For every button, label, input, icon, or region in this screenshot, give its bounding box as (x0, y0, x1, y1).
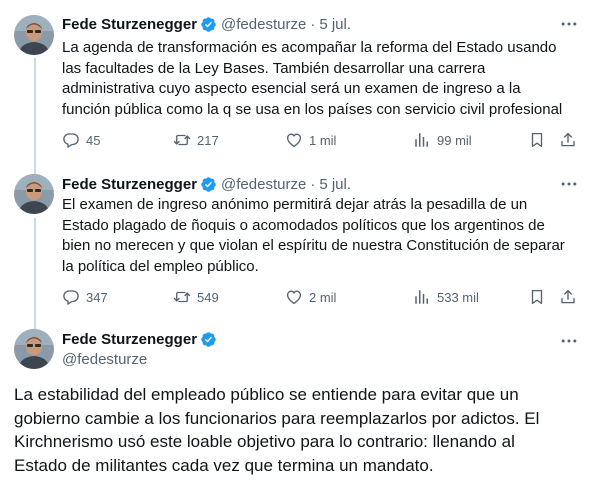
tweet-header: Fede Sturzenegger @fedesturze · 5 jul. (62, 14, 351, 34)
reply-button[interactable]: 45 (62, 129, 100, 151)
like-icon (285, 288, 303, 306)
reply-button[interactable]: 347 (62, 286, 108, 308)
author-name[interactable]: Fede Sturzenegger (62, 176, 197, 193)
tweet-text-line: La agenda de transformación es acompañar… (62, 39, 557, 56)
verified-badge-icon[interactable] (200, 176, 217, 193)
tweet-text-line: El examen de ingreso anónimo permitirá d… (62, 196, 528, 213)
retweet-icon (173, 131, 191, 149)
author-name[interactable]: Fede Sturzenegger (62, 331, 197, 348)
main-author-name-row: Fede Sturzenegger (62, 329, 217, 349)
tweet-text-line: bien no merecen y que violan el espíritu… (62, 237, 565, 254)
views-icon (413, 131, 431, 149)
author-handle[interactable]: @fedesturze (62, 350, 147, 370)
retweet-count: 217 (197, 132, 219, 148)
share-icon (559, 288, 577, 306)
separator: · (310, 175, 316, 193)
like-count: 2 mil (309, 289, 337, 305)
thread-line (34, 218, 36, 326)
thread-line (34, 58, 36, 170)
verified-badge-icon[interactable] (200, 331, 217, 348)
verified-badge-icon[interactable] (200, 16, 217, 33)
action-bar: 347 549 2 mil 533 mil (62, 286, 582, 308)
tweet-text-line: La estabilidad del empleado público se e… (14, 385, 519, 404)
reply-count: 45 (86, 132, 101, 148)
retweet-icon (173, 288, 191, 306)
avatar[interactable] (14, 15, 54, 55)
avatar[interactable] (14, 174, 54, 214)
tweet-text: El examen de ingreso anónimo permitirá d… (62, 195, 584, 277)
tweet-text-line: Kirchnerismo usó este loable objetivo pa… (14, 432, 515, 451)
reply-count: 347 (86, 289, 108, 305)
tweet-date[interactable]: 5 jul. (319, 16, 351, 33)
tweet-text-line: función pública como la q se usa en los … (62, 100, 563, 118)
separator: · (310, 15, 316, 33)
retweet-button[interactable]: 217 (173, 129, 219, 151)
thread-line (34, 319, 36, 329)
share-button[interactable] (559, 129, 577, 151)
tweet-1[interactable]: Fede Sturzenegger @fedesturze · 5 jul. L… (0, 0, 594, 170)
reply-icon (62, 131, 80, 149)
like-count: 1 mil (309, 132, 337, 148)
views-count: 99 mil (437, 132, 472, 148)
share-icon (559, 131, 577, 149)
author-handle[interactable]: @fedesturze (221, 176, 306, 193)
more-icon[interactable] (558, 14, 580, 34)
tweet-text-line: administrativa cuyo aspecto esencial ser… (62, 80, 521, 97)
views-count: 533 mil (437, 289, 479, 305)
bookmark-button[interactable] (528, 129, 546, 151)
avatar[interactable] (14, 329, 54, 369)
reply-icon (62, 288, 80, 306)
tweet-text-line: Estado plagado de ñoquis o acomodados po… (62, 216, 545, 234)
views-button[interactable]: 533 mil (413, 286, 479, 308)
tweet-date[interactable]: 5 jul. (319, 176, 351, 193)
bookmark-icon (528, 288, 546, 306)
action-bar: 45 217 1 mil 99 mil (62, 129, 582, 151)
bookmark-button[interactable] (528, 286, 546, 308)
tweet-text: La agenda de transformación es acompañar… (62, 38, 584, 120)
more-icon[interactable] (558, 174, 580, 194)
more-icon[interactable] (558, 331, 580, 351)
author-name[interactable]: Fede Sturzenegger (62, 16, 197, 33)
tweet-text-line: la política del empleo público. (62, 257, 259, 275)
like-icon (285, 131, 303, 149)
tweet-2[interactable]: Fede Sturzenegger @fedesturze · 5 jul. E… (0, 162, 594, 326)
tweet-text-line: gobierno cambie a los funcionarios para … (14, 408, 540, 428)
views-button[interactable]: 99 mil (413, 129, 472, 151)
thread-line (34, 162, 36, 174)
tweet-header: Fede Sturzenegger @fedesturze · 5 jul. (62, 174, 351, 194)
tweet-text-line: las facultades de la Ley Bases. También … (62, 59, 486, 77)
like-button[interactable]: 2 mil (285, 286, 336, 308)
retweet-count: 549 (197, 289, 219, 305)
bookmark-icon (528, 131, 546, 149)
like-button[interactable]: 1 mil (285, 129, 336, 151)
main-tweet-text: La estabilidad del empleado público se e… (14, 383, 584, 477)
retweet-button[interactable]: 549 (173, 286, 219, 308)
tweet-text-line: Estado de militantes cada vez que termin… (14, 455, 434, 475)
author-handle[interactable]: @fedesturze (221, 16, 306, 33)
share-button[interactable] (559, 286, 577, 308)
views-icon (413, 288, 431, 306)
